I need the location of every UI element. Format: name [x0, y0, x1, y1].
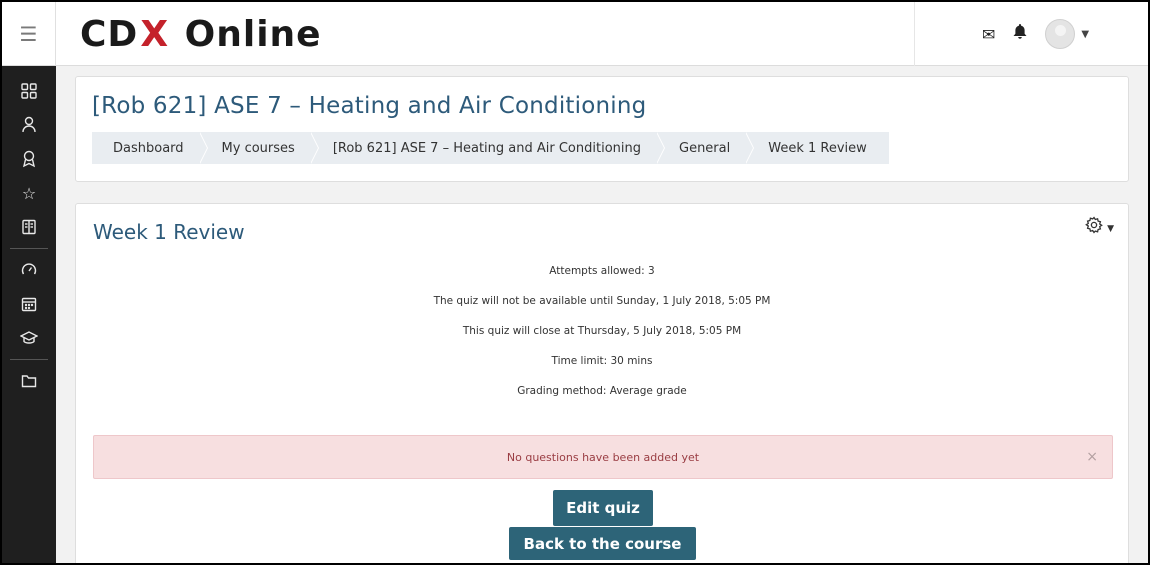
breadcrumb-item-week-1-review[interactable]: Week 1 Review: [746, 132, 889, 164]
alert-message: No questions have been added yet: [506, 450, 700, 464]
left-sidebar: ☆: [2, 66, 56, 563]
dashboard-grid-icon[interactable]: [2, 74, 56, 108]
no-questions-alert: No questions have been added yet ×: [93, 435, 1113, 479]
calendar-icon[interactable]: [2, 287, 56, 321]
logo-text-online: Online: [184, 13, 322, 55]
grading-method: Grading method: Average grade: [517, 385, 687, 397]
quiz-info: Attempts allowed: 3 The quiz will not be…: [76, 264, 1128, 414]
logo[interactable]: CD X Online: [80, 13, 322, 55]
chevron-down-icon[interactable]: ▼: [1107, 224, 1114, 234]
app-frame: ☰ CD X Online ✉ ▼ ☆ [Rob 621] ASE 7 – He…: [0, 0, 1150, 565]
quiz-close-date: This quiz will close at Thursday, 5 July…: [462, 325, 742, 337]
breadcrumb-item-my-courses[interactable]: My courses: [200, 132, 320, 164]
attempts-allowed: Attempts allowed: 3: [549, 265, 655, 277]
breadcrumb-item-general[interactable]: General: [657, 132, 755, 164]
user-badge-icon[interactable]: [2, 108, 56, 142]
gear-icon[interactable]: ▼: [1085, 216, 1114, 239]
time-limit: Time limit: 30 mins: [551, 355, 653, 367]
quiz-title: Week 1 Review: [93, 220, 245, 244]
back-to-course-button[interactable]: Back to the course: [509, 527, 696, 560]
book-icon[interactable]: [2, 210, 56, 244]
quiz-open-date: The quiz will not be available until Sun…: [433, 295, 771, 307]
breadcrumb: Dashboard My courses [Rob 621] ASE 7 – H…: [92, 132, 889, 164]
award-icon[interactable]: [2, 142, 56, 176]
logo-x: X: [140, 13, 170, 55]
chevron-down-icon[interactable]: ▼: [1081, 29, 1089, 40]
star-icon[interactable]: ☆: [2, 176, 56, 210]
speedometer-icon[interactable]: [2, 253, 56, 287]
sidebar-divider: [10, 359, 48, 360]
navbar-icons: ✉ ▼: [982, 18, 1089, 50]
logo-text-cd: CD: [80, 13, 139, 55]
avatar[interactable]: [1045, 19, 1076, 49]
graduation-cap-icon[interactable]: [2, 321, 56, 355]
breadcrumb-item-dashboard[interactable]: Dashboard: [92, 132, 208, 164]
envelope-icon[interactable]: ✉: [982, 25, 995, 44]
bell-icon[interactable]: [1013, 24, 1027, 44]
course-header-card: [Rob 621] ASE 7 – Heating and Air Condit…: [75, 76, 1129, 182]
quiz-card: Week 1 Review ▼ Attempts allowed: 3 The …: [75, 203, 1129, 563]
close-icon[interactable]: ×: [1086, 449, 1098, 465]
page-title: [Rob 621] ASE 7 – Heating and Air Condit…: [92, 93, 647, 119]
hamburger-icon[interactable]: ☰: [2, 2, 56, 66]
folder-icon[interactable]: [2, 364, 56, 398]
sidebar-divider: [10, 248, 48, 249]
edit-quiz-button[interactable]: Edit quiz: [553, 490, 653, 526]
breadcrumb-item-course[interactable]: [Rob 621] ASE 7 – Heating and Air Condit…: [311, 132, 666, 164]
navbar-divider: [914, 2, 915, 66]
top-navbar: ☰ CD X Online ✉ ▼: [2, 2, 1148, 66]
